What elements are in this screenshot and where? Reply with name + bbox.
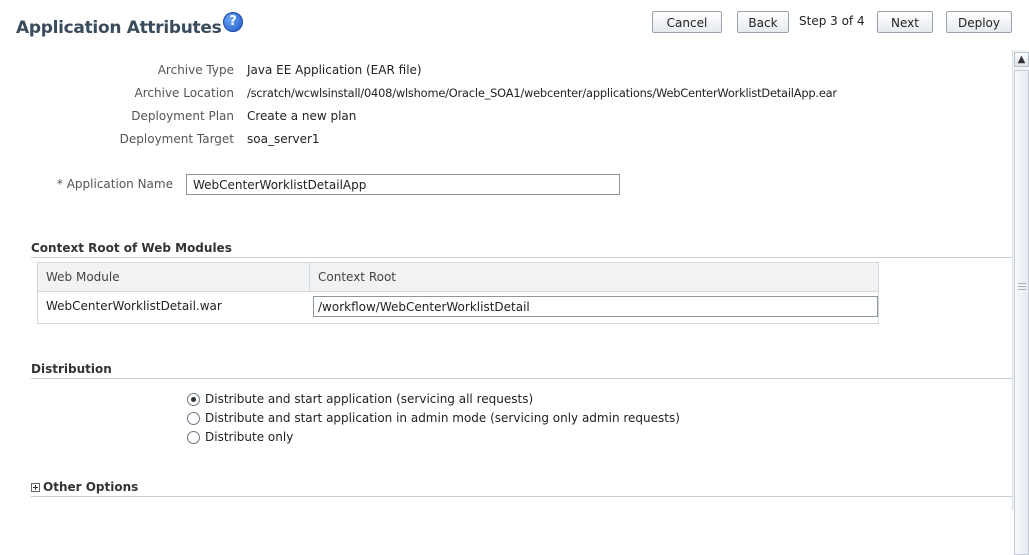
step-indicator: Step 3 of 4	[799, 14, 865, 28]
archive-location-value: /scratch/wcwlsinstall/0408/wlshome/Oracl…	[247, 86, 837, 100]
scroll-grip-line	[1018, 286, 1026, 287]
deployment-target-label: Deployment Target	[119, 132, 234, 146]
other-options-toggle[interactable]: Other Options	[31, 480, 138, 494]
archive-type-label: Archive Type	[157, 63, 234, 77]
next-button[interactable]: Next	[877, 11, 933, 33]
help-icon[interactable]: ?	[223, 12, 243, 32]
distribution-option[interactable]: Distribute and start application in admi…	[187, 409, 680, 427]
deploy-button[interactable]: Deploy	[946, 11, 1012, 33]
deployment-target-value: soa_server1	[247, 132, 320, 146]
radio-button-selected[interactable]	[187, 392, 200, 406]
section-divider	[31, 496, 1012, 497]
scroll-grip-line	[1018, 289, 1026, 290]
distribution-option-label: Distribute and start application (servic…	[205, 392, 534, 406]
context-root-input[interactable]	[313, 296, 878, 317]
distribution-option-label: Distribute and start application in admi…	[205, 411, 680, 425]
archive-location-label: Archive Location	[134, 86, 234, 100]
application-name-input[interactable]	[186, 174, 620, 195]
radio-button[interactable]	[187, 411, 200, 425]
expand-plus-icon[interactable]	[31, 483, 40, 492]
back-button[interactable]: Back	[737, 11, 789, 33]
vertical-scrollbar[interactable]: ▲	[1012, 50, 1029, 555]
deployment-plan-value: Create a new plan	[247, 109, 357, 123]
web-modules-table: Web Module Context Root WebCenterWorklis…	[37, 262, 879, 324]
deployment-plan-label: Deployment Plan	[131, 109, 234, 123]
archive-type-value: Java EE Application (EAR file)	[247, 63, 422, 77]
distribution-option[interactable]: Distribute and start application (servic…	[187, 390, 533, 408]
page-header: Application Attributes ? Cancel Back Ste…	[0, 0, 1029, 50]
radio-button[interactable]	[187, 430, 200, 444]
cancel-button[interactable]: Cancel	[652, 11, 722, 33]
table-row-web-module: WebCenterWorklistDetail.war	[46, 299, 222, 313]
other-options-label: Other Options	[43, 480, 139, 494]
column-header-context-root: Context Root	[310, 263, 878, 291]
scroll-grip-line	[1018, 283, 1026, 284]
radio-dot-icon	[191, 396, 196, 402]
application-name-label: * Application Name	[56, 177, 173, 191]
distribution-option-label: Distribute only	[205, 430, 294, 444]
distribution-section-title: Distribution	[31, 362, 112, 376]
context-root-section-title: Context Root of Web Modules	[31, 241, 232, 255]
scroll-thumb[interactable]	[1014, 70, 1029, 555]
section-divider	[31, 378, 1012, 379]
section-divider	[31, 257, 1012, 258]
page-title: Application Attributes	[16, 18, 222, 38]
distribution-option[interactable]: Distribute only	[187, 428, 293, 446]
column-header-web-module: Web Module	[38, 263, 310, 291]
scroll-up-arrow-icon[interactable]: ▲	[1014, 52, 1029, 67]
